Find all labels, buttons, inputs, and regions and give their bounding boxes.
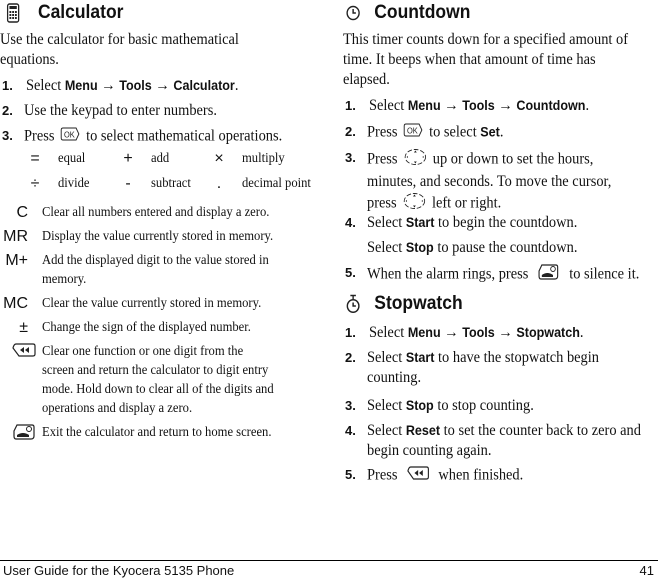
operator-add: + add <box>123 150 170 167</box>
back-key-icon <box>407 465 429 487</box>
function-sign: ± Change the sign of the displayed number… <box>19 319 251 336</box>
countdown-step-2: 2. Press OK to select Set. <box>345 122 514 144</box>
operator-multiply: × multiply <box>214 150 285 167</box>
footer-divider <box>0 560 658 561</box>
clock-icon <box>343 2 363 24</box>
operator-equal: = equal <box>30 150 86 167</box>
svg-text:OK: OK <box>407 126 419 135</box>
svg-text:OK: OK <box>64 130 76 139</box>
countdown-step-1: 1. Select Menu → Tools → Countdown. <box>345 97 590 114</box>
countdown-heading: Countdown <box>343 1 470 25</box>
stopwatch-step-5: 5. Press when finished. <box>345 465 535 487</box>
countdown-intro-line: This timer counts down for a specified a… <box>343 31 629 48</box>
countdown-step-4-note: Select Stop to pause the countdown. <box>367 239 578 256</box>
operator-divide: ÷ divide <box>30 175 90 192</box>
calculator-step-3: 3. Press OK to select mathematical operati… <box>2 126 302 148</box>
countdown-step-4: 4. Select Start to begin the countdown. <box>345 214 578 231</box>
tools-label: Tools <box>119 78 152 93</box>
ok-key-icon: OK <box>60 126 80 148</box>
function-memory-add: M+ Add the displayed digit to the value s… <box>5 252 269 287</box>
countdown-intro-line: elapsed. <box>343 71 390 88</box>
function-memory-clear: MC Clear the value currently stored in me… <box>3 295 262 312</box>
ok-key-icon: OK <box>403 122 423 144</box>
function-back: Clear one function or one digit from the… <box>0 342 330 418</box>
operator-subtract: - subtract <box>125 175 191 192</box>
calculator-intro-line: Use the calculator for basic mathematica… <box>0 31 239 48</box>
calculator-heading: Calculator <box>3 1 123 25</box>
countdown-step-5: 5. When the alarm rings, press to silence… <box>345 263 658 287</box>
countdown-step-3: 3. Press up or down to set the hours, min… <box>345 148 630 216</box>
stopwatch-title: Stopwatch <box>374 293 463 314</box>
calculator-step-1: 1. Select Menu → Tools → Calculator. <box>2 77 239 94</box>
countdown-intro-line: time. It beeps when that amount of time … <box>343 51 596 68</box>
calculator-intro-line: equations. <box>0 51 59 68</box>
page-number: 41 <box>639 563 654 578</box>
countdown-title: Countdown <box>374 2 471 23</box>
stopwatch-step-3: 3. Select Stop to stop counting. <box>345 397 534 414</box>
stopwatch-heading: Stopwatch <box>343 292 463 316</box>
back-key-icon <box>12 343 36 362</box>
nav-key-icon <box>403 148 427 172</box>
end-key-icon <box>12 424 36 445</box>
calculator-icon <box>3 2 23 24</box>
stopwatch-step-1: 1. Select Menu → Tools → Stopwatch. <box>345 324 584 341</box>
calculator-label: Calculator <box>173 78 235 93</box>
calculator-step-2: 2. Use the keypad to enter numbers. <box>2 102 217 119</box>
function-clear: C Clear all numbers entered and display a… <box>16 204 270 221</box>
function-legend: C Clear all numbers entered and display a… <box>0 203 330 446</box>
footer-title: User Guide for the Kyocera 5135 Phone <box>3 563 235 578</box>
menu-label: Menu <box>64 78 98 93</box>
calculator-title: Calculator <box>37 2 124 23</box>
operator-decimal: . decimal point <box>216 175 311 192</box>
function-memory-recall: MR Display the value currently stored in … <box>3 228 274 245</box>
stopwatch-icon <box>343 293 363 315</box>
operator-legend: = equal + add × multiply ÷ divide - subtract … <box>24 150 324 198</box>
stopwatch-step-4: 4. Select Reset to set the counter back … <box>345 422 641 459</box>
end-key-icon <box>538 263 560 287</box>
stopwatch-step-2: 2. Select Start to have the stopwatch be… <box>345 349 599 386</box>
function-end: Exit the calculator and return to home s… <box>0 423 330 446</box>
